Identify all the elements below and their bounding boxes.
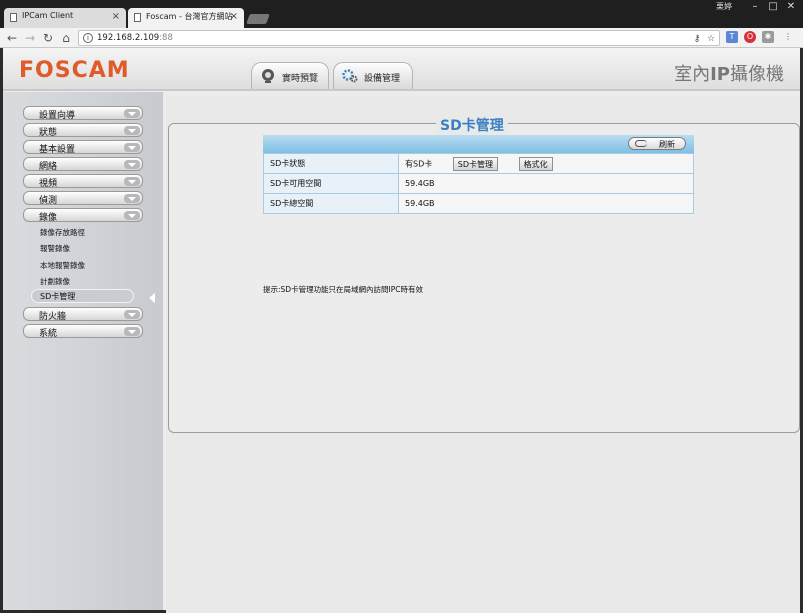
gear-icon <box>342 69 358 83</box>
url-text[interactable]: 192.168.2.109:88 <box>97 33 173 43</box>
tab-label: 設備管理 <box>364 74 401 84</box>
new-tab-button[interactable] <box>246 14 270 24</box>
window-user-label[interactable]: 栗婷 <box>716 1 732 12</box>
forward-icon[interactable]: → <box>22 30 38 46</box>
back-icon[interactable]: ← <box>4 30 20 46</box>
sidebar-item-recording[interactable]: 錄像 <box>23 208 143 223</box>
page-icon <box>10 13 17 22</box>
chevron-down-icon <box>124 109 140 118</box>
info-icon[interactable]: i <box>83 33 93 43</box>
translate-icon[interactable]: T <box>726 31 738 43</box>
sidebar-item-system[interactable]: 系統 <box>23 324 143 339</box>
chevron-down-icon <box>124 194 140 203</box>
sidebar-sub-sd-card[interactable]: SD卡管理 <box>31 289 134 303</box>
table-row: SD卡狀態 有SD卡 SD卡管理 格式化 <box>263 153 694 174</box>
foscam-logo: FOSCAM <box>19 58 130 83</box>
page-header: FOSCAM 實時預覽 設備管理 室內IP攝像機 <box>3 48 800 90</box>
chevron-down-icon <box>124 211 140 220</box>
sd-card-table: SD卡狀態 有SD卡 SD卡管理 格式化 SD卡可用空間 59.4GB SD卡總… <box>263 153 694 214</box>
tab-device-management[interactable]: 設備管理 <box>333 62 413 90</box>
camera-icon <box>262 69 274 83</box>
star-icon[interactable]: ☆ <box>705 33 717 45</box>
tab-live-preview[interactable]: 實時預覽 <box>251 62 329 90</box>
sidebar: 設置向導 狀態 基本設置 網絡 視頻 偵測 錄像 錄像存放路徑 報警錄像 本地報… <box>3 92 163 610</box>
menu-icon[interactable]: ⋮ <box>782 31 794 43</box>
chevron-down-icon <box>124 310 140 319</box>
sidebar-item-detection[interactable]: 偵測 <box>23 191 143 206</box>
chevron-down-icon <box>124 327 140 336</box>
close-icon[interactable]: × <box>230 11 238 22</box>
tab-foscam[interactable]: Foscam - 台灣官方網站 × <box>128 8 244 28</box>
sd-available-value: 59.4GB <box>398 173 694 194</box>
sd-total-value: 59.4GB <box>398 193 694 214</box>
key-icon[interactable]: ⚷ <box>691 33 703 45</box>
sd-status-label: SD卡狀態 <box>263 153 399 174</box>
chevron-down-icon <box>124 126 140 135</box>
refresh-button[interactable]: 刷新 <box>628 137 686 150</box>
main-content: SD卡管理 刷新 SD卡狀態 有SD卡 SD卡管理 格式化 SD卡可用空間 59… <box>166 96 800 613</box>
tab-label: 實時預覽 <box>282 74 319 84</box>
address-bar[interactable]: i 192.168.2.109:88 ⚷ ☆ <box>78 30 720 46</box>
sidebar-item-status[interactable]: 狀態 <box>23 123 143 138</box>
sidebar-item-video[interactable]: 視頻 <box>23 174 143 189</box>
tab-title: IPCam Client <box>22 11 74 20</box>
opera-icon[interactable]: O <box>744 31 756 43</box>
refresh-bar: 刷新 <box>263 135 694 153</box>
table-row: SD卡可用空間 59.4GB <box>263 173 694 194</box>
maximize-button[interactable]: □ <box>764 0 782 14</box>
sidebar-sub-schedule-record[interactable]: 計劃錄像 <box>40 276 70 287</box>
sd-available-label: SD卡可用空間 <box>263 173 399 194</box>
sd-card-manage-button[interactable]: SD卡管理 <box>452 156 499 171</box>
close-icon[interactable]: × <box>112 11 120 22</box>
browser-toolbar: ← → ↻ ⌂ i 192.168.2.109:88 ⚷ ☆ T O ✱ ⋮ <box>0 28 803 48</box>
home-icon[interactable]: ⌂ <box>58 30 74 46</box>
hint-text: 提示:SD卡管理功能只在局域網內訪問IPC時有效 <box>263 285 424 294</box>
extension-icon[interactable]: ✱ <box>762 31 774 43</box>
sidebar-sub-record-path[interactable]: 錄像存放路徑 <box>40 227 85 238</box>
active-pointer-icon <box>149 293 155 303</box>
tab-ipcam-client[interactable]: IPCam Client × <box>4 8 126 28</box>
chevron-down-icon <box>124 160 140 169</box>
page-icon <box>134 13 141 22</box>
sd-total-label: SD卡總空間 <box>263 193 399 214</box>
sidebar-sub-local-alarm-record[interactable]: 本地報警錄像 <box>40 260 85 271</box>
product-title: 室內IP攝像機 <box>674 64 784 85</box>
sd-status-value: 有SD卡 SD卡管理 格式化 <box>398 153 694 174</box>
sidebar-item-network[interactable]: 網絡 <box>23 157 143 172</box>
sidebar-sub-alarm-record[interactable]: 報警錄像 <box>40 243 70 254</box>
close-window-button[interactable]: ✕ <box>782 0 800 14</box>
page-title: SD卡管理 <box>436 115 508 135</box>
chevron-down-icon <box>124 143 140 152</box>
browser-titlebar: IPCam Client × Foscam - 台灣官方網站 × 栗婷 – □ … <box>0 0 803 28</box>
tab-title: Foscam - 台灣官方網站 <box>146 12 233 21</box>
format-button[interactable]: 格式化 <box>518 156 553 171</box>
chevron-down-icon <box>124 177 140 186</box>
sidebar-item-setup-wizard[interactable]: 設置向導 <box>23 106 143 121</box>
minimize-button[interactable]: – <box>746 0 764 14</box>
reload-icon[interactable]: ↻ <box>40 30 56 46</box>
page: FOSCAM 實時預覽 設備管理 室內IP攝像機 設置向導 狀態 基本設置 網絡… <box>3 48 800 613</box>
table-row: SD卡總空間 59.4GB <box>263 193 694 214</box>
refresh-icon <box>635 140 647 147</box>
header-divider <box>3 89 800 91</box>
sidebar-item-firewall[interactable]: 防火牆 <box>23 307 143 322</box>
sidebar-item-basic-settings[interactable]: 基本設置 <box>23 140 143 155</box>
